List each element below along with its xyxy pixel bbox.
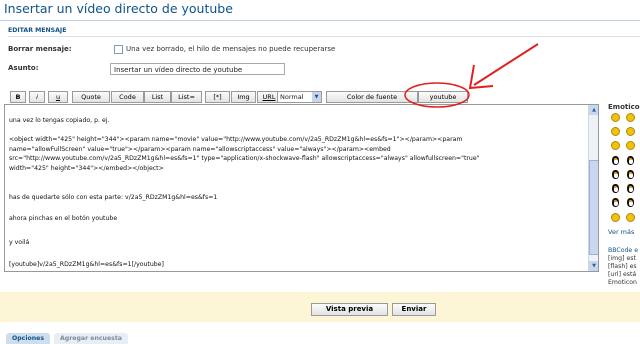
emoticons-status: Emoticon — [608, 279, 637, 286]
underline-button[interactable]: u — [48, 91, 68, 103]
italic-button[interactable]: i — [29, 91, 45, 103]
section-title: EDITAR MENSAJE — [8, 27, 67, 34]
arrow-head-icon — [468, 64, 494, 90]
penguin-icon[interactable] — [611, 184, 620, 194]
quote-button[interactable]: Quote — [72, 91, 110, 103]
list-numbered-button[interactable]: List= — [171, 91, 202, 103]
image-button[interactable]: Img — [231, 91, 256, 103]
wink-icon[interactable] — [626, 127, 635, 136]
section-divider — [8, 36, 640, 37]
more-emoticons-link[interactable]: Ver más — [608, 228, 634, 236]
penguin-icon[interactable] — [626, 156, 635, 166]
textarea-scrollbar[interactable]: ▲ ▼ — [588, 105, 598, 271]
message-line: width="425" height="344"></embed></objec… — [9, 164, 164, 172]
laugh-icon[interactable] — [611, 213, 620, 222]
penguin-icon[interactable] — [611, 156, 620, 166]
scroll-down-icon[interactable]: ▼ — [589, 261, 598, 271]
bbcode-status: BBCode e — [608, 247, 638, 254]
send-button[interactable]: Enviar — [392, 303, 436, 316]
youtube-button[interactable]: youtube — [418, 91, 468, 103]
font-size-value: Normal — [280, 93, 304, 101]
penguin-icon[interactable] — [611, 170, 620, 180]
message-line: una vez lo tengas copiado, p. ej. — [9, 117, 110, 124]
message-textarea[interactable]: una vez lo tengas copiado, p. ej. <objec… — [4, 104, 599, 272]
surprised-icon[interactable] — [611, 127, 620, 136]
message-line: name="allowFullScreen" value="true"></pa… — [9, 145, 391, 153]
delete-checkbox[interactable] — [114, 45, 123, 54]
scroll-up-icon[interactable]: ▲ — [589, 105, 598, 115]
page-title: Insertar un vídeo directo de youtube — [4, 1, 233, 16]
code-button[interactable]: Code — [111, 91, 144, 103]
preview-button[interactable]: Vista previa — [311, 303, 388, 316]
font-size-select[interactable]: Normal ▼ — [277, 91, 322, 103]
chevron-down-icon[interactable]: ▼ — [312, 92, 321, 102]
confused-icon[interactable] — [611, 141, 620, 150]
cool-icon[interactable] — [626, 213, 635, 222]
tab-add-poll[interactable]: Agregar encuesta — [54, 333, 128, 344]
arrow-line — [473, 43, 539, 86]
bold-button[interactable]: B — [10, 91, 26, 103]
subject-label: Asunto: — [8, 64, 39, 72]
scroll-thumb[interactable] — [589, 160, 598, 255]
subject-input[interactable]: Insertar un vídeo directo de youtube — [110, 63, 285, 75]
message-line: y voilá — [9, 239, 30, 246]
penguin-icon[interactable] — [626, 198, 635, 208]
font-color-button[interactable]: Color de fuente — [326, 91, 418, 103]
delete-warning-text: Una vez borrado, el hilo de mensajes no … — [126, 45, 336, 53]
message-line: ahora pinchas en el botón youtube — [9, 215, 118, 222]
grin-icon[interactable] — [626, 113, 635, 122]
img-status: [img] est — [608, 255, 636, 262]
tab-options[interactable]: Opciones — [6, 333, 50, 344]
delete-label: Borrar mensaje: — [8, 45, 72, 53]
penguin-icon[interactable] — [626, 170, 635, 180]
list-button[interactable]: List — [144, 91, 171, 103]
message-line: <object width="425" height="344"><param … — [9, 136, 463, 143]
emoticons-title: Emotico — [608, 103, 640, 111]
message-line: [youtube]v/2a5_RDzZM1g&hl=es&fs=1[/youtu… — [9, 261, 164, 268]
flash-status: [flash] es — [608, 263, 637, 270]
url-status: [url] está — [608, 271, 637, 278]
smile-icon[interactable] — [611, 113, 620, 122]
title-divider — [0, 20, 640, 21]
sad-icon[interactable] — [626, 141, 635, 150]
penguin-icon[interactable] — [626, 184, 635, 194]
list-item-button[interactable]: [*] — [205, 91, 230, 103]
penguin-icon[interactable] — [611, 198, 620, 208]
message-line: src="http://www.youtube.com/v/2a5_RDzZM1… — [9, 155, 480, 162]
message-line: has de quedarte sólo con esta parte: v/2… — [9, 194, 218, 201]
